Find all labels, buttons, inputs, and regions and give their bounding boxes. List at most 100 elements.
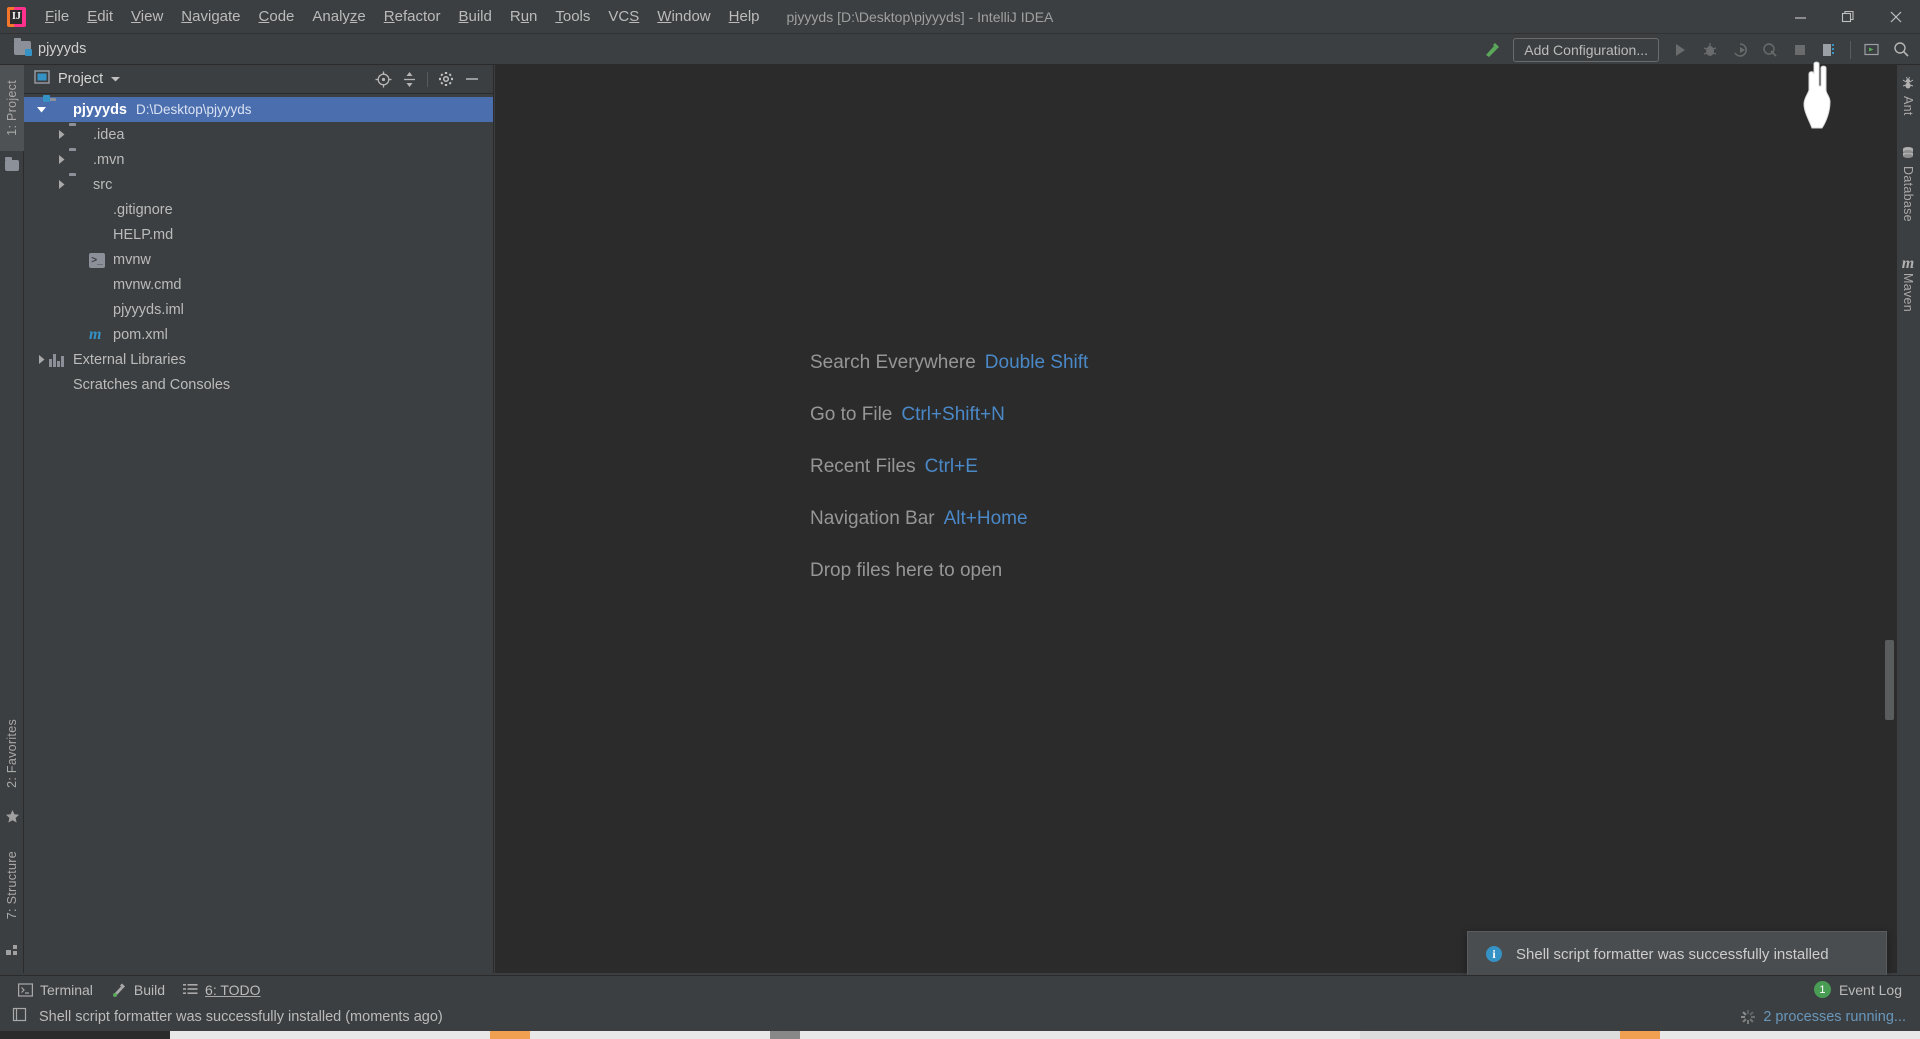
close-button[interactable] — [1872, 0, 1920, 34]
welcome-shortcut-name: Navigation Bar — [810, 508, 935, 529]
tree-row[interactable]: .gitignore — [24, 197, 493, 222]
bottom-item-todo[interactable]: 6: TODO — [183, 982, 261, 998]
taskbar-segment — [170, 1031, 490, 1039]
tree-row[interactable]: .idea — [24, 122, 493, 147]
menu-item-code[interactable]: Code — [250, 0, 304, 34]
collapse-all-icon[interactable] — [396, 67, 422, 91]
tree-row-label: External Libraries — [73, 351, 186, 368]
sidebar-item-project[interactable]: 1: Project — [0, 65, 24, 151]
taskbar-segment — [800, 1031, 1360, 1039]
tree-row[interactable]: >_ mvnw — [24, 247, 493, 272]
menu-item-window[interactable]: Window — [648, 0, 719, 34]
run-with-coverage-icon[interactable] — [1725, 37, 1755, 63]
debug-icon[interactable] — [1695, 37, 1725, 63]
run-icon[interactable] — [1665, 37, 1695, 63]
editor-scrollbar[interactable] — [1885, 640, 1894, 720]
scroll-from-source-icon[interactable] — [370, 67, 396, 91]
event-log-button[interactable]: 1 Event Log — [1813, 981, 1920, 998]
menu-item-vcs[interactable]: VCS — [599, 0, 648, 34]
menu-item-navigate[interactable]: Navigate — [172, 0, 249, 34]
tree-twisty-collapsed-icon[interactable] — [54, 179, 69, 190]
cmd-file-icon — [89, 276, 107, 294]
gear-icon[interactable] — [433, 67, 459, 91]
menu-item-analyze[interactable]: Analyze — [303, 0, 374, 34]
sidebar-item-database[interactable]: Database — [1896, 145, 1920, 222]
tree-row-label: Scratches and Consoles — [73, 376, 231, 393]
info-icon: i — [1486, 946, 1502, 962]
tree-twisty-collapsed-icon[interactable] — [54, 129, 69, 140]
updates-icon[interactable] — [1815, 37, 1845, 63]
notification-balloon[interactable]: i Shell script formatter was successfull… — [1467, 931, 1887, 977]
tree-row[interactable]: MD HELP.md — [24, 222, 493, 247]
taskbar-segment — [490, 1031, 530, 1039]
menu-item-run[interactable]: Run — [501, 0, 547, 34]
tree-row-label: pom.xml — [113, 326, 168, 343]
tree-twisty-expanded-icon[interactable] — [34, 104, 49, 115]
add-configuration-button[interactable]: Add Configuration... — [1513, 37, 1659, 62]
hide-icon[interactable] — [459, 67, 485, 91]
welcome-shortcut-row: Go to File Ctrl+Shift+N — [810, 404, 1088, 426]
status-bar: Shell script formatter was successfully … — [0, 1003, 1920, 1031]
tree-row-label: mvnw — [113, 251, 151, 268]
menu-item-build[interactable]: Build — [449, 0, 500, 34]
sidebar-item-maven[interactable]: m Maven — [1896, 255, 1920, 312]
profile-icon[interactable] — [1755, 37, 1785, 63]
tree-row[interactable]: m pom.xml — [24, 322, 493, 347]
menu-item-refactor[interactable]: Refactor — [375, 0, 450, 34]
welcome-shortcut-row: Recent Files Ctrl+E — [810, 456, 1088, 478]
sidebar-item-structure[interactable]: 7: Structure — [0, 835, 24, 935]
menu-item-tools[interactable]: Tools — [546, 0, 599, 34]
window-controls — [1776, 0, 1920, 34]
build-icon[interactable] — [1477, 37, 1507, 63]
tree-row[interactable]: External Libraries — [24, 347, 493, 372]
build-hammer-icon — [111, 982, 127, 997]
tree-row[interactable]: mvnw.cmd — [24, 272, 493, 297]
sidebar-item-favorites[interactable]: 2: Favorites — [0, 705, 24, 801]
terminal-icon — [18, 982, 33, 997]
tree-row[interactable]: Scratches and Consoles — [24, 372, 493, 397]
project-tool-window: Project pjyyyds D:\Desktop\pjyyyds .idea… — [24, 65, 494, 973]
welcome-shortcuts-panel: Search Everywhere Double Shift Go to File C… — [810, 352, 1088, 582]
libraries-icon — [49, 351, 67, 369]
tree-twisty-collapsed-icon[interactable] — [34, 354, 49, 365]
tree-row[interactable]: .mvn — [24, 147, 493, 172]
bottom-item-build[interactable]: Build — [111, 982, 165, 998]
sidebar-item-favorites-label: 2: Favorites — [5, 718, 19, 788]
menu-item-edit[interactable]: Edit — [78, 0, 122, 34]
maximize-restore-button[interactable] — [1824, 0, 1872, 34]
bottom-item-terminal[interactable]: Terminal — [18, 982, 93, 998]
tree-row[interactable]: pjyyyds D:\Desktop\pjyyyds — [24, 97, 493, 122]
taskbar-segment — [530, 1031, 770, 1039]
project-tree[interactable]: pjyyyds D:\Desktop\pjyyyds .idea .mvn src .gi… — [24, 94, 493, 973]
status-bar-left: Shell script formatter was successfully … — [12, 1007, 443, 1027]
right-tool-window-stripe: Ant Database m Maven — [1896, 65, 1920, 973]
intellij-idea-logo-icon: IJ — [6, 6, 28, 28]
search-icon[interactable] — [1886, 37, 1916, 63]
minimize-button[interactable] — [1776, 0, 1824, 34]
project-panel-title: Project — [58, 71, 104, 87]
stop-icon[interactable] — [1785, 37, 1815, 63]
project-panel-header: Project — [24, 65, 493, 94]
tree-row[interactable]: pjyyyds.iml — [24, 297, 493, 322]
welcome-shortcut-key: Alt+Home — [943, 508, 1028, 529]
os-taskbar — [0, 1031, 1920, 1039]
welcome-shortcut-name: Recent Files — [810, 456, 916, 477]
bottom-item-todo-label: 6: TODO — [205, 981, 261, 998]
sidebar-item-ant[interactable]: Ant — [1896, 75, 1920, 116]
breadcrumb[interactable]: pjyyyds — [14, 38, 86, 59]
memory-indicator-icon[interactable] — [12, 1007, 27, 1027]
sidebar-item-maven-label: Maven — [1901, 273, 1915, 313]
panel-actions-separator — [427, 71, 428, 87]
chevron-down-icon[interactable] — [110, 70, 121, 88]
tree-row-label: mvnw.cmd — [113, 276, 182, 293]
tree-row[interactable]: src — [24, 172, 493, 197]
menu-item-view[interactable]: View — [122, 0, 172, 34]
event-log-label: Event Log — [1838, 981, 1902, 998]
tree-twisty-collapsed-icon[interactable] — [54, 154, 69, 165]
welcome-shortcut-row: Search Everywhere Double Shift — [810, 352, 1088, 374]
menu-item-file[interactable]: File — [36, 0, 78, 34]
menu-item-help[interactable]: Help — [720, 0, 769, 34]
restore-layout-icon[interactable] — [1856, 37, 1886, 63]
status-bar-right[interactable]: 2 processes running... — [1741, 1009, 1920, 1025]
iml-file-icon — [89, 301, 107, 319]
